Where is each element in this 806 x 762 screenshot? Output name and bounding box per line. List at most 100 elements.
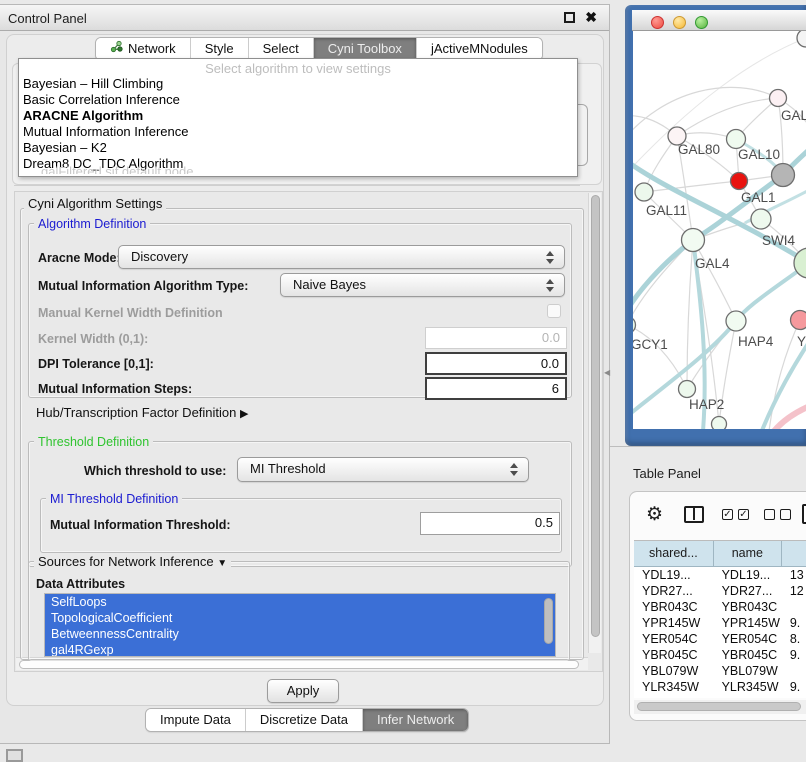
data-attributes-listbox: SelfLoopsTopologicalCoefficientBetweenne… [44,593,556,657]
table-cell: YDR27... [714,583,782,599]
network-node-label: Y [797,334,806,349]
network-node[interactable] [633,317,636,334]
mi-type-select[interactable]: Naive Bayes [280,273,565,297]
cyni-algorithm-settings-title: Cyni Algorithm Settings [24,196,166,211]
table-row[interactable]: YDR27...YDR27...12 [634,583,806,599]
table-cell: 9 [782,695,806,698]
tab-label: jActiveMNodules [431,38,528,60]
control-panel-titlebar: Control Panel ✖ [0,5,609,31]
table-cell: YIL052C [634,695,714,698]
hub-definition-toggle[interactable]: Hub/Transcription Factor Definition ▶ [36,405,248,420]
network-node[interactable] [635,183,653,201]
tab-network[interactable]: Network [96,38,191,60]
tab-label: Infer Network [377,709,454,731]
tab-style[interactable]: Style [191,38,249,60]
manual-kernel-checkbox[interactable] [547,304,561,318]
data-attribute-item[interactable]: BetweennessCentrality [45,626,555,642]
zoom-traffic-light-icon[interactable] [695,16,708,29]
aracne-mode-select[interactable]: Discovery [118,245,565,269]
table-cell: YBR045C [634,647,714,663]
network-node[interactable] [682,229,705,252]
close-traffic-light-icon[interactable] [651,16,664,29]
checked-checkbox-icon[interactable]: ✓ [722,509,733,520]
algorithm-option[interactable]: Bayesian – Hill Climbing [19,76,577,92]
table-row[interactable]: YLR345WYLR345W9. [634,679,806,695]
list-scrollbar[interactable] [544,598,553,644]
network-node[interactable] [772,164,795,187]
network-node[interactable] [770,90,787,107]
network-window-titlebar[interactable] [632,10,806,31]
tab-jactivemnodules[interactable]: jActiveMNodules [417,38,542,60]
data-attributes-list: SelfLoopsTopologicalCoefficientBetweenne… [45,594,555,657]
algorithm-option[interactable]: Basic Correlation Inference [19,92,577,108]
network-view-canvas[interactable]: GALGAL80GAL10GAL1GAL11GAL4SWI4HAP4YGCY1H… [633,31,806,429]
network-node-label: GCY1 [633,337,668,352]
mi-steps-field[interactable]: 6 [425,377,567,400]
close-panel-icon[interactable]: ✖ [585,9,597,26]
which-threshold-label: Which threshold to use: [84,464,226,478]
column-header[interactable]: shared... [634,541,714,567]
dpi-tolerance-field[interactable]: 0.0 [425,352,567,375]
network-node[interactable] [751,209,771,229]
network-nodes [633,31,806,429]
unchecked-checkbox-icon[interactable] [780,509,791,520]
tab-impute-data[interactable]: Impute Data [146,709,246,731]
kernel-width-field[interactable]: 0.0 [425,327,567,349]
collapsed-panel-icon[interactable] [6,749,23,762]
stepper-arrows-icon [510,463,519,476]
network-node-label: GAL11 [646,203,687,218]
algorithm-option[interactable]: ARACNE Algorithm [19,108,577,124]
stepper-arrows-icon [546,251,555,264]
network-node[interactable] [791,311,806,330]
table-cell [782,599,806,615]
table-row[interactable]: YBL079WYBL079W [634,663,806,679]
tab-label: Network [128,38,176,60]
node-table[interactable]: shared...name YDL19...YDL19...13YDR27...… [634,540,806,698]
table-row[interactable]: YBR043CYBR043C [634,599,806,615]
mi-threshold-field[interactable]: 0.5 [420,512,560,535]
table-row[interactable]: YBR045CYBR045C9. [634,647,806,663]
tab-infer-network[interactable]: Infer Network [363,709,468,731]
table-row[interactable]: YER054CYER054C8. [634,631,806,647]
network-node[interactable] [726,311,746,331]
table-cell: YBL079W [714,663,782,679]
table-cell [782,663,806,679]
float-panel-icon[interactable] [564,12,575,23]
network-node[interactable] [731,173,748,190]
column-header[interactable]: name [714,541,782,567]
columns-icon[interactable] [684,506,704,523]
unchecked-checkbox-icon[interactable] [764,509,775,520]
network-node[interactable] [712,417,727,430]
document-icon[interactable] [802,504,806,524]
gear-icon[interactable]: ⚙ [646,503,663,526]
which-threshold-value: MI Threshold [250,461,326,476]
tab-discretize-data[interactable]: Discretize Data [246,709,363,731]
panel-divider-handle[interactable]: ◀ [604,367,611,378]
network-node[interactable] [727,130,746,149]
apply-button[interactable]: Apply [267,679,339,703]
algorithm-option[interactable]: Mutual Information Inference [19,124,577,140]
table-cell: YBR045C [714,647,782,663]
data-attribute-item[interactable]: SelfLoops [45,594,555,610]
network-node-label: SWI4 [762,233,795,248]
data-attribute-item[interactable]: gal4RGexp [45,642,555,657]
table-horizontal-scrollbar[interactable] [634,700,806,714]
which-threshold-select[interactable]: MI Threshold [237,457,529,482]
table-row[interactable]: YDL19...YDL19...13 [634,567,806,583]
algorithm-option[interactable]: Bayesian – K2 [19,140,577,156]
tab-cyni-toolbox[interactable]: Cyni Toolbox [314,38,417,60]
data-attribute-item[interactable]: TopologicalCoefficient [45,610,555,626]
table-row[interactable]: YIL052CYIL052C9 [634,695,806,698]
minimize-traffic-light-icon[interactable] [673,16,686,29]
table-cell: 9. [782,615,806,631]
sources-toggle[interactable]: Sources for Network Inference ▼ [34,554,231,569]
checked-checkbox-icon[interactable]: ✓ [738,509,749,520]
table-cell: 9. [782,679,806,695]
network-node[interactable] [679,381,696,398]
column-header[interactable] [782,541,806,567]
desktop: Control Panel ✖ Network StyleSelectCyni T… [0,0,806,762]
network-node[interactable] [797,31,806,47]
settings-vertical-scrollbar[interactable] [588,193,601,653]
tab-select[interactable]: Select [249,38,314,60]
table-row[interactable]: YPR145WYPR145W9. [634,615,806,631]
